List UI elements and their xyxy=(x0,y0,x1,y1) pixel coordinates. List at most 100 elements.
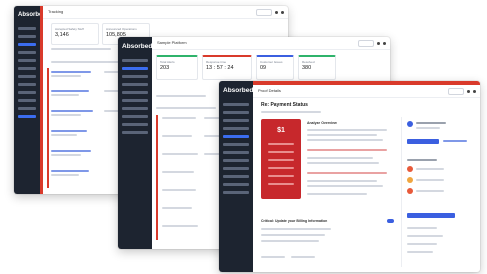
table-cell xyxy=(204,153,220,155)
table-row-text xyxy=(162,207,192,209)
user-avatar[interactable] xyxy=(383,42,386,45)
nav-item[interactable] xyxy=(18,67,36,70)
table-row-link[interactable] xyxy=(51,110,93,112)
notification-icon[interactable] xyxy=(275,11,278,14)
table-row-link[interactable] xyxy=(51,90,89,92)
nav-item[interactable] xyxy=(122,91,148,94)
content-line xyxy=(307,172,387,174)
nav-item[interactable] xyxy=(223,127,249,130)
nav-item[interactable] xyxy=(223,103,249,106)
rail-line xyxy=(416,127,440,129)
toggle-switch[interactable] xyxy=(387,219,394,223)
nav-item[interactable] xyxy=(223,183,249,186)
stat-label: Total Alerts xyxy=(160,60,175,64)
primary-action-button[interactable] xyxy=(407,139,439,144)
nav-item[interactable] xyxy=(223,143,249,146)
notification-icon[interactable] xyxy=(377,42,380,45)
page-title: Proof Details xyxy=(258,88,281,93)
nav-item[interactable] xyxy=(18,91,36,94)
nav-item[interactable] xyxy=(223,111,249,114)
stat-label: Response time xyxy=(206,60,227,64)
top-bar: Sample Platform xyxy=(152,37,390,50)
secondary-action-link[interactable] xyxy=(443,140,467,142)
nav-item[interactable] xyxy=(18,51,36,54)
nav-item[interactable] xyxy=(18,59,36,62)
filter-dropdown[interactable] xyxy=(358,40,374,47)
panel-row xyxy=(268,151,294,153)
table-row-link[interactable] xyxy=(51,150,91,152)
right-rail xyxy=(401,117,402,267)
stat-label: Customer Issues xyxy=(260,60,283,64)
nav-item[interactable] xyxy=(223,167,249,170)
stat-card: Total Alerts 203 xyxy=(156,55,198,80)
table-cell xyxy=(204,117,220,119)
stat-value: 203 xyxy=(160,65,170,71)
table-row-text xyxy=(51,174,79,176)
filter-bar[interactable] xyxy=(51,48,111,50)
nav-item[interactable] xyxy=(18,83,36,86)
nav-item[interactable] xyxy=(122,59,148,62)
table-row-text xyxy=(162,117,196,119)
table-row-text xyxy=(162,153,198,155)
table-row-text xyxy=(51,114,81,116)
nav-item[interactable] xyxy=(122,107,148,110)
user-avatar[interactable] xyxy=(281,11,284,14)
nav-item[interactable] xyxy=(122,131,148,134)
status-icon xyxy=(407,177,413,183)
rail-line xyxy=(407,235,443,237)
nav-item[interactable] xyxy=(122,115,148,118)
app-logo: Absorbed xyxy=(18,12,47,18)
avatar xyxy=(407,121,413,127)
nav-item[interactable] xyxy=(122,99,148,102)
nav-item[interactable] xyxy=(18,75,36,78)
sidebar-back: Absorbed xyxy=(14,6,47,194)
nav-item[interactable] xyxy=(122,123,148,126)
nav-item[interactable] xyxy=(18,35,36,38)
nav-item[interactable] xyxy=(18,99,36,102)
table-row-text xyxy=(162,225,198,227)
filter-dropdown[interactable] xyxy=(448,88,464,95)
nav-item[interactable] xyxy=(223,151,249,154)
table-row-link[interactable] xyxy=(51,170,89,172)
payment-alert-panel: $1 xyxy=(261,119,301,199)
filter-bar[interactable] xyxy=(156,95,206,97)
content-line xyxy=(261,234,325,236)
assign-button[interactable] xyxy=(407,213,455,218)
table-row-text xyxy=(162,189,196,191)
stat-label: Accepted Safety Stuff xyxy=(55,27,84,31)
table-row-text xyxy=(51,134,77,136)
content-line xyxy=(307,157,373,159)
content-line xyxy=(261,256,285,258)
user-avatar[interactable] xyxy=(473,90,476,93)
detail-heading: Re: Payment Status xyxy=(261,102,308,108)
stat-label: Announced Operations xyxy=(106,27,137,31)
nav-item[interactable] xyxy=(18,107,36,110)
nav-item[interactable] xyxy=(223,191,249,194)
stat-card: Response time 13 : 57 : 24 xyxy=(202,55,252,80)
nav-item-active[interactable] xyxy=(223,135,249,138)
nav-item-highlight[interactable] xyxy=(18,115,36,118)
nav-item-active[interactable] xyxy=(18,43,36,46)
notification-icon[interactable] xyxy=(467,90,470,93)
table-row-text xyxy=(51,94,79,96)
nav-item-active[interactable] xyxy=(122,67,148,70)
nav-item[interactable] xyxy=(223,175,249,178)
nav-item[interactable] xyxy=(18,27,36,30)
stat-value: 3,146 xyxy=(55,32,69,38)
content-line xyxy=(307,139,383,141)
table-row-text xyxy=(51,154,81,156)
nav-item[interactable] xyxy=(122,75,148,78)
table-row-link[interactable] xyxy=(51,130,87,132)
panel-row xyxy=(268,167,294,169)
filter-dropdown[interactable] xyxy=(256,9,272,16)
nav-item[interactable] xyxy=(122,83,148,86)
panel-row xyxy=(268,183,294,185)
content-line xyxy=(291,256,315,258)
nav-item[interactable] xyxy=(223,159,249,162)
status-icon xyxy=(407,188,413,194)
rail-line xyxy=(416,168,444,170)
table-row-link[interactable] xyxy=(51,71,91,73)
rail-line xyxy=(416,122,446,124)
nav-item[interactable] xyxy=(223,119,249,122)
content-line xyxy=(261,228,331,230)
